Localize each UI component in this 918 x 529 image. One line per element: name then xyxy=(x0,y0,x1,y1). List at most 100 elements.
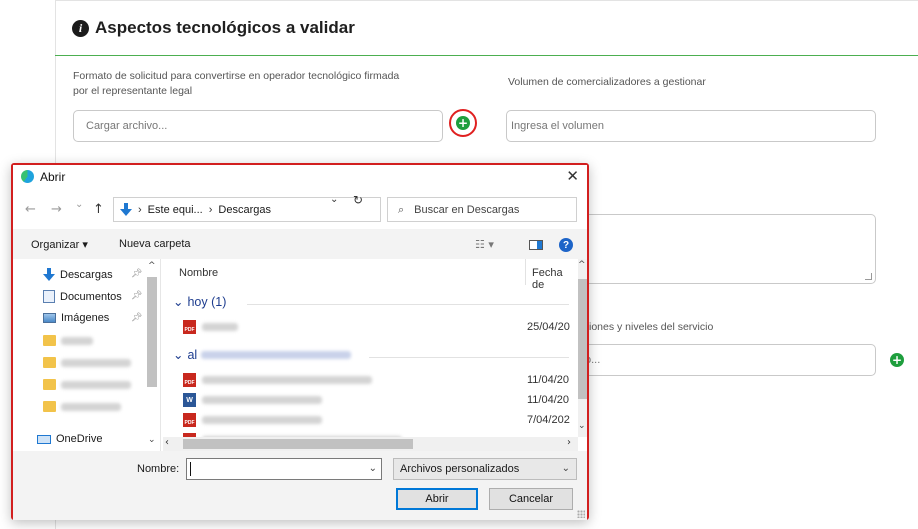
close-icon[interactable]: ✕ xyxy=(566,167,579,185)
column-header-date[interactable]: Fecha de xyxy=(532,267,577,291)
sidebar-item-label: Descargas xyxy=(60,269,113,281)
scrollbar-thumb[interactable] xyxy=(147,277,157,387)
section-divider xyxy=(55,55,918,56)
filename-label: Nombre: xyxy=(137,463,180,475)
breadcrumb-downloads[interactable]: Descargas xyxy=(218,204,271,216)
volume-placeholder: Ingresa el volumen xyxy=(511,120,604,132)
scroll-down-icon[interactable]: ⌄ xyxy=(578,421,586,431)
text-caret xyxy=(190,462,191,476)
file-type-value: Archivos personalizados xyxy=(400,463,520,475)
file-list: Nombre Fecha de ⌄ hoy (1) PDF 25/04/20 ⌄… xyxy=(169,259,577,451)
preview-pane-icon[interactable] xyxy=(529,240,543,250)
scroll-up-icon[interactable]: ^ xyxy=(578,260,586,270)
redacted-filename xyxy=(202,323,238,331)
column-header-name[interactable]: Nombre xyxy=(179,267,218,279)
file-row[interactable]: PDF xyxy=(183,320,238,334)
back-arrow-icon[interactable]: ← xyxy=(25,202,36,217)
redacted-label xyxy=(61,336,93,345)
documents-icon xyxy=(43,290,55,303)
sidebar-item-label: Documentos xyxy=(60,290,122,303)
add-file-button[interactable]: + xyxy=(456,116,470,130)
file-type-select[interactable]: Archivos personalizados ⌄ xyxy=(393,458,577,480)
scroll-down-icon[interactable]: ⌄ xyxy=(148,435,156,445)
pin-icon: 📌︎ xyxy=(131,269,143,279)
address-dropdown-icon[interactable]: ⌄ xyxy=(330,194,338,205)
filename-input[interactable]: ⌄ xyxy=(186,458,382,480)
pdf-file-icon: PDF xyxy=(183,373,196,387)
refresh-icon[interactable]: ↻ xyxy=(353,193,363,207)
resize-handle[interactable] xyxy=(865,273,872,280)
search-placeholder: Buscar en Descargas xyxy=(414,203,520,216)
volume-input[interactable]: Ingresa el volumen xyxy=(506,110,876,142)
pictures-icon xyxy=(43,313,56,323)
scroll-left-icon[interactable]: ‹ xyxy=(165,437,169,448)
chevron-down-icon: ⌄ xyxy=(173,295,184,309)
redacted-label xyxy=(61,358,131,367)
resize-grip[interactable] xyxy=(577,510,585,518)
dialog-titlebar: Abrir ✕ xyxy=(13,165,587,189)
page: i Aspectos tecnológicos a validar Format… xyxy=(0,0,918,529)
file-row[interactable]: PDF xyxy=(183,373,372,387)
redacted-filename xyxy=(202,376,372,384)
sidebar-item-folder[interactable] xyxy=(43,335,93,346)
group-header-today[interactable]: ⌄ hoy (1) xyxy=(173,294,226,310)
add-service-button[interactable]: + xyxy=(890,353,904,367)
file-upload-placeholder: Cargar archivo... xyxy=(86,120,168,132)
sidebar-item-label: OneDrive xyxy=(56,433,103,445)
horizontal-scrollbar[interactable]: ‹ › xyxy=(163,437,578,451)
scrollbar-thumb[interactable] xyxy=(578,279,587,399)
pdf-file-icon: PDF xyxy=(183,413,196,427)
redacted-filename xyxy=(202,396,322,404)
section-title: Aspectos tecnológicos a validar xyxy=(95,18,355,37)
field-label-volumen: Volumen de comercializadores a gestionar xyxy=(508,76,706,88)
scroll-right-icon[interactable]: › xyxy=(567,437,571,448)
textarea-field[interactable] xyxy=(580,214,876,284)
sidebar-item-folder[interactable] xyxy=(43,357,131,368)
sidebar-item-folder[interactable] xyxy=(43,379,131,390)
view-options-icon[interactable]: ☷ ▾ xyxy=(475,238,494,251)
help-icon[interactable]: ? xyxy=(559,238,573,252)
cancel-button[interactable]: Cancelar xyxy=(489,488,573,510)
file-upload-input[interactable]: Cargar archivo... xyxy=(73,110,443,142)
recent-locations-icon[interactable]: ⌄ xyxy=(75,199,83,210)
breadcrumb-this-pc[interactable]: Este equi... xyxy=(148,204,203,216)
forward-arrow-icon[interactable]: → xyxy=(51,202,62,217)
sidebar-item-documentos[interactable]: Documentos xyxy=(43,290,122,303)
folder-icon xyxy=(43,335,56,346)
chevron-down-icon[interactable]: ⌄ xyxy=(369,463,377,474)
info-icon: i xyxy=(72,19,89,37)
group-header-month[interactable]: ⌄ al xyxy=(173,347,352,362)
folder-icon xyxy=(43,357,56,368)
file-row[interactable]: PDF xyxy=(183,413,322,427)
dialog-body: Descargas 📌︎ Documentos 📌︎ Imágenes 📌︎ O… xyxy=(13,259,587,451)
file-date: 25/04/20 xyxy=(527,321,570,333)
sidebar-item-label: Imágenes xyxy=(61,312,110,324)
sidebar-item-folder[interactable] xyxy=(43,401,121,412)
redacted-label xyxy=(61,380,131,389)
address-bar[interactable]: › Este equi... › Descargas xyxy=(113,197,381,222)
chevron-down-icon: ⌄ xyxy=(561,463,570,474)
open-file-dialog: Abrir ✕ ← → ⌄ ↑ › Este equi... › Descarg… xyxy=(11,163,589,520)
dialog-footer: Nombre: ⌄ Archivos personalizados ⌄ Abri… xyxy=(13,451,587,520)
open-button[interactable]: Abrir xyxy=(396,488,478,510)
word-file-icon: W xyxy=(183,393,196,407)
field-label-solicitud: Formato de solicitud para convertirse en… xyxy=(73,70,400,97)
pin-icon: 📌︎ xyxy=(131,291,143,301)
sidebar-item-descargas[interactable]: Descargas xyxy=(43,268,113,282)
file-row[interactable]: W xyxy=(183,393,322,407)
file-date: 11/04/20 xyxy=(527,374,570,386)
search-icon: ⌕ xyxy=(398,202,405,216)
scrollbar-thumb[interactable] xyxy=(183,439,413,449)
new-folder-button[interactable]: Nueva carpeta xyxy=(119,238,191,250)
sidebar-scrollbar[interactable]: ^ ⌄ xyxy=(147,259,157,451)
file-date: 7/04/202 xyxy=(527,414,570,426)
file-list-scrollbar[interactable]: ^ ⌄ xyxy=(578,259,587,437)
downloads-arrow-icon xyxy=(120,202,132,217)
search-box[interactable]: ⌕ Buscar en Descargas xyxy=(387,197,577,222)
up-arrow-icon[interactable]: ↑ xyxy=(93,202,104,217)
sidebar-item-imagenes[interactable]: Imágenes xyxy=(43,312,109,324)
service-input[interactable]: o... xyxy=(580,344,876,376)
organize-menu[interactable]: Organizar ▾ xyxy=(31,238,88,251)
sidebar-item-onedrive[interactable]: OneDrive xyxy=(37,433,102,445)
scroll-up-icon[interactable]: ^ xyxy=(148,261,156,271)
